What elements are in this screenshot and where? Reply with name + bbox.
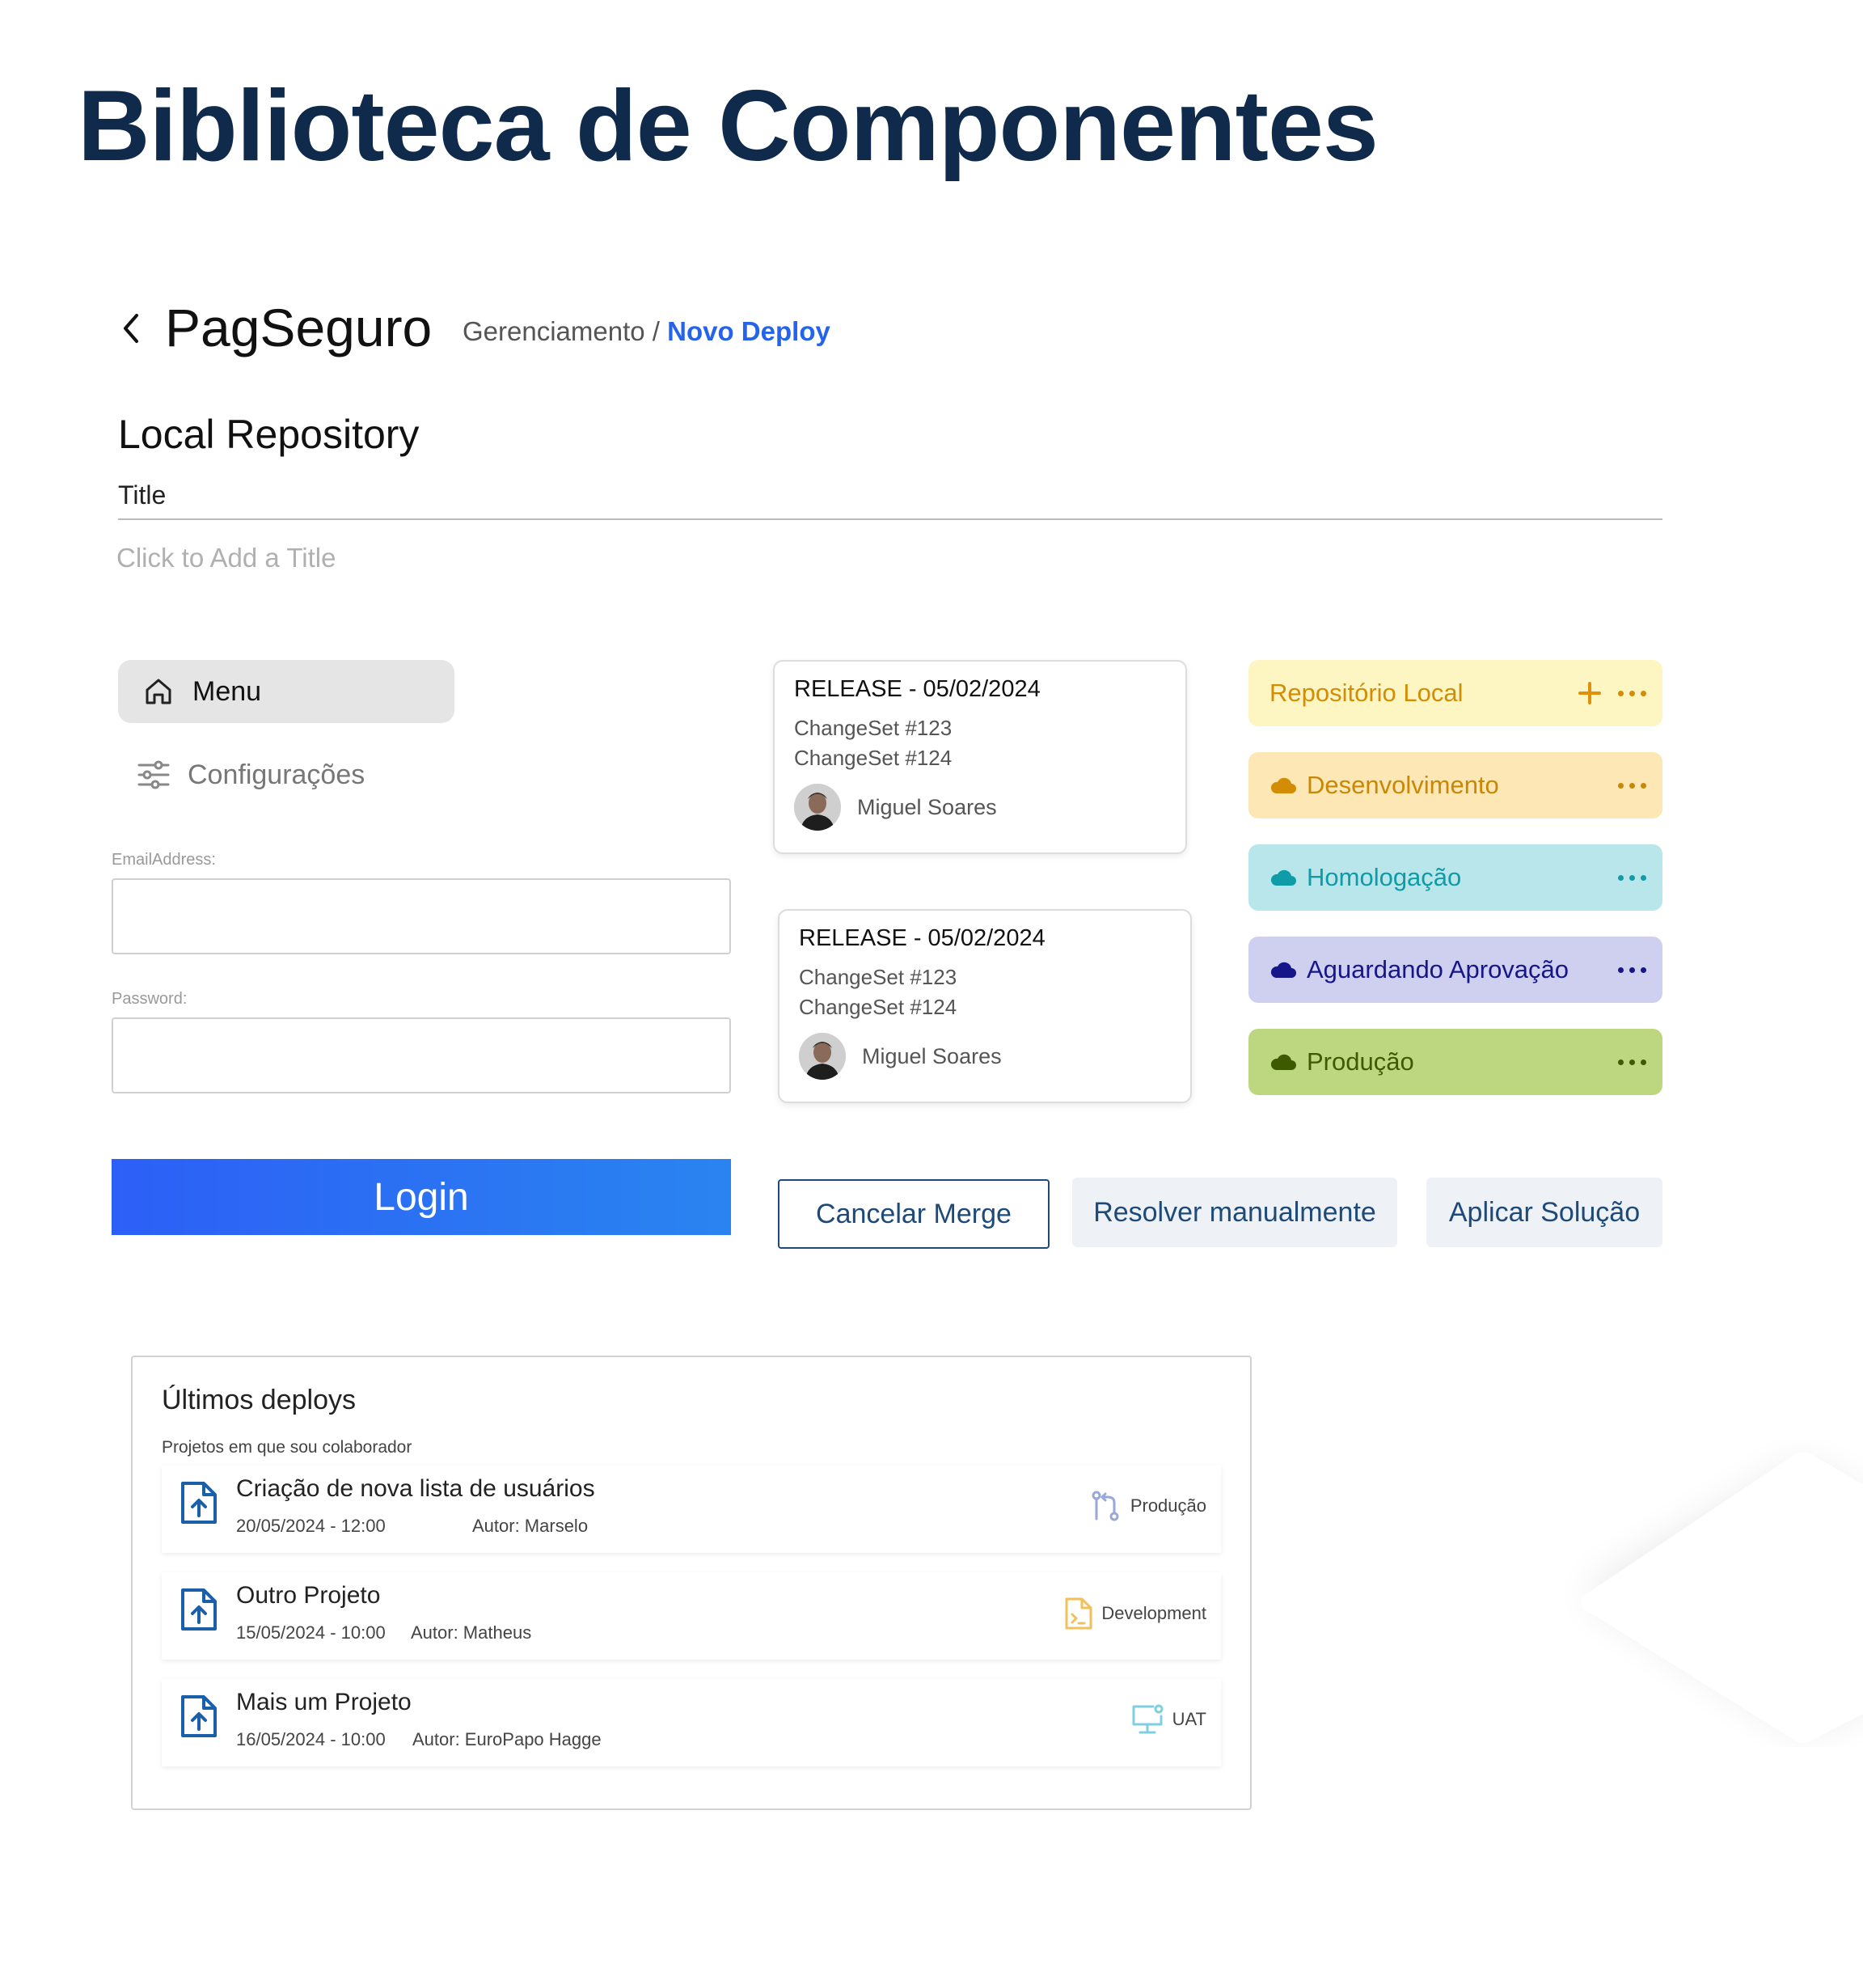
file-upload-icon: [181, 1482, 217, 1524]
stage-repositorio-local[interactable]: Repositório Local: [1248, 660, 1662, 726]
changeset-label: ChangeSet #123: [799, 965, 957, 989]
email-field[interactable]: [112, 878, 731, 954]
changeset-label: ChangeSet #124: [794, 746, 953, 770]
more-options-icon[interactable]: [1618, 1059, 1646, 1065]
stage-homologacao[interactable]: Homologação: [1248, 844, 1662, 911]
environment-label: Development: [1101, 1603, 1206, 1623]
git-merge-icon: [1092, 1491, 1119, 1521]
cloud-icon: [1270, 869, 1296, 886]
more-options-icon[interactable]: [1618, 967, 1646, 973]
deploys-subtitle: Projetos em que sou colaborador: [162, 1438, 412, 1457]
title-field-underline: [118, 518, 1662, 520]
stage-label: Repositório Local: [1269, 679, 1464, 707]
stage-label: Homologação: [1307, 863, 1462, 891]
cloud-icon: [1270, 962, 1296, 978]
release-card[interactable]: RELEASE - 05/02/2024 ChangeSet #123 Chan…: [778, 909, 1192, 1103]
password-label: Password:: [112, 990, 188, 1008]
more-options-icon[interactable]: [1618, 874, 1646, 881]
deploy-author: Autor: EuroPapo Hagge: [412, 1729, 602, 1749]
file-upload-icon: [181, 1695, 217, 1737]
more-options-icon[interactable]: [1618, 782, 1646, 789]
home-icon: [146, 679, 171, 704]
more-options-icon[interactable]: [1618, 690, 1646, 696]
release-title: RELEASE - 05/02/2024: [794, 676, 1041, 702]
apply-solution-button[interactable]: Aplicar Solução: [1426, 1178, 1662, 1247]
login-button[interactable]: Login: [112, 1159, 731, 1235]
release-card[interactable]: RELEASE - 05/02/2024 ChangeSet #123 Chan…: [773, 660, 1187, 854]
resolve-manually-button[interactable]: Resolver manualmente: [1072, 1178, 1397, 1247]
cloud-icon: [1270, 1054, 1296, 1070]
stage-aguardando-aprovacao[interactable]: Aguardando Aprovação: [1248, 937, 1662, 1003]
cloud-icon: [1270, 777, 1296, 793]
deploy-date: 15/05/2024 - 10:00: [236, 1622, 386, 1643]
release-author: Miguel Soares: [794, 784, 1166, 831]
plus-icon[interactable]: [1578, 681, 1602, 705]
password-field[interactable]: [112, 1017, 731, 1093]
monitor-icon: [1132, 1704, 1164, 1734]
back-button[interactable]: [113, 307, 149, 349]
changeset-label: ChangeSet #124: [799, 995, 957, 1019]
stage-producao[interactable]: Produção: [1248, 1029, 1662, 1095]
avatar: [799, 1033, 846, 1080]
deploy-author: Autor: Marselo: [472, 1516, 589, 1536]
email-label: EmailAddress:: [112, 851, 216, 869]
deploy-row[interactable]: Outro Projeto 15/05/2024 - 10:00 Autor: …: [162, 1572, 1221, 1660]
deploy-name: Criação de nova lista de usuários: [236, 1475, 595, 1502]
author-name: Miguel Soares: [857, 794, 997, 819]
release-title: RELEASE - 05/02/2024: [799, 925, 1046, 951]
deploy-environment: UAT: [1130, 1703, 1206, 1736]
deploy-row[interactable]: Mais um Projeto 16/05/2024 - 10:00 Autor…: [162, 1679, 1221, 1766]
chevron-left-icon: [124, 314, 138, 343]
sliders-icon: [137, 760, 170, 789]
environment-label: UAT: [1172, 1709, 1206, 1729]
title-input[interactable]: [116, 537, 1661, 579]
stage-desenvolvimento[interactable]: Desenvolvimento: [1248, 752, 1662, 818]
breadcrumb: Gerenciamento / Novo Deploy: [463, 315, 830, 348]
author-name: Miguel Soares: [862, 1043, 1002, 1068]
deploys-title: Últimos deploys: [162, 1385, 356, 1415]
cancel-merge-button[interactable]: Cancelar Merge: [778, 1179, 1050, 1249]
stage-label: Aguardando Aprovação: [1307, 955, 1569, 983]
terminal-file-icon: [1065, 1597, 1092, 1630]
stage-label: Produção: [1307, 1047, 1414, 1076]
title-field-label: Title: [118, 480, 167, 510]
deploy-author: Autor: Matheus: [411, 1622, 532, 1643]
breadcrumb-separator: /: [644, 316, 668, 346]
menu-item-label: Configurações: [188, 759, 365, 790]
page-title: Biblioteca de Componentes: [78, 70, 1379, 182]
menu-item-configuracoes[interactable]: Configurações: [136, 751, 365, 799]
deploy-name: Mais um Projeto: [236, 1689, 412, 1715]
menu-item-menu[interactable]: Menu: [118, 660, 454, 723]
changeset-label: ChangeSet #123: [794, 716, 953, 740]
avatar: [794, 784, 841, 831]
file-upload-icon: [181, 1588, 217, 1631]
deploy-date: 20/05/2024 - 12:00: [236, 1516, 386, 1536]
brand-name: PagSeguro: [165, 298, 433, 357]
breadcrumb-parent[interactable]: Gerenciamento: [463, 316, 645, 346]
section-title: Local Repository: [118, 412, 420, 457]
release-author: Miguel Soares: [799, 1033, 1171, 1080]
breadcrumb-current[interactable]: Novo Deploy: [667, 316, 830, 346]
deploy-date: 16/05/2024 - 10:00: [236, 1729, 386, 1749]
deploy-name: Outro Projeto: [236, 1582, 381, 1609]
menu-item-label: Menu: [192, 675, 262, 707]
deploy-environment: Produção: [1090, 1490, 1206, 1522]
stage-label: Desenvolvimento: [1307, 771, 1499, 799]
deploy-row[interactable]: Criação de nova lista de usuários 20/05/…: [162, 1466, 1221, 1553]
environment-label: Produção: [1130, 1495, 1206, 1516]
decorative-diamond: [1581, 1452, 1863, 1743]
deploy-environment: Development: [1064, 1597, 1206, 1631]
